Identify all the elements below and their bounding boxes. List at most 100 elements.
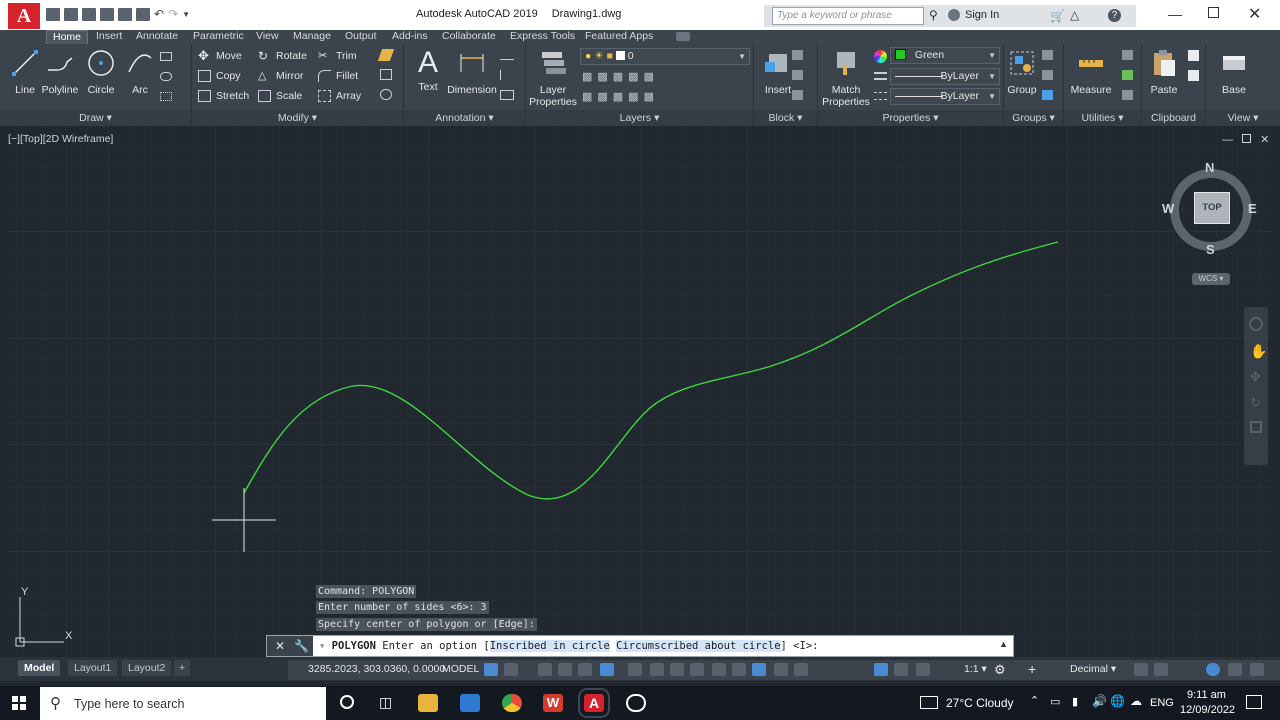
clock-time[interactable]: 9:11 am — [1187, 689, 1226, 701]
save-as-icon[interactable] — [100, 8, 114, 21]
stretch-button[interactable]: Stretch — [198, 87, 249, 105]
explode-icon[interactable] — [380, 69, 392, 80]
copy-button[interactable]: Copy — [198, 67, 241, 85]
lineweight-dropdown[interactable]: ByLayer ▼ — [890, 68, 1000, 85]
search-input[interactable]: Type a keyword or phrase — [772, 7, 924, 25]
wcs-menu[interactable]: WCS ▾ — [1192, 273, 1230, 285]
binoculars-icon[interactable]: ⚲ — [929, 8, 938, 22]
compass-east[interactable]: E — [1248, 201, 1257, 216]
mirror-button[interactable]: △ Mirror — [258, 67, 303, 85]
task-view-icon[interactable]: ◫ — [379, 694, 392, 711]
maximize-icon[interactable] — [1208, 7, 1219, 18]
tab-annotate[interactable]: Annotate — [130, 30, 184, 44]
input-language[interactable]: ENG — [1150, 697, 1174, 709]
tab-insert[interactable]: Insert — [90, 30, 128, 44]
compass-west[interactable]: W — [1162, 201, 1174, 216]
copy-clip-icon[interactable] — [1188, 50, 1199, 61]
tab-layout2[interactable]: Layout2 — [122, 660, 172, 676]
steering-wheel-icon[interactable] — [1249, 317, 1263, 331]
calculator-icon[interactable] — [1122, 90, 1133, 100]
wps-office-icon[interactable]: W — [543, 694, 563, 712]
annotation-panel-title[interactable]: Annotation ▾ — [404, 110, 525, 126]
move-button[interactable]: ✥ Move — [198, 47, 242, 65]
ungroup-icon[interactable] — [1042, 50, 1053, 60]
erase-icon[interactable] — [377, 49, 395, 61]
tab-parametric[interactable]: Parametric — [187, 30, 250, 44]
battery-icon[interactable]: ▮ — [1072, 695, 1078, 708]
annotation-monitor-icon[interactable] — [916, 663, 930, 676]
file-explorer-icon[interactable] — [418, 694, 438, 712]
edit-block-icon[interactable] — [792, 70, 803, 80]
selection-cycling-icon[interactable] — [712, 663, 726, 676]
option-inscribed[interactable]: Inscribed in circle — [489, 640, 610, 652]
command-line[interactable]: ✕ 🔧 ▾ POLYGON Enter an option [Inscribed… — [266, 635, 1014, 657]
mail-icon[interactable] — [460, 694, 480, 712]
show-hidden-icons-icon[interactable]: ⌃ — [1030, 694, 1039, 707]
grid-display-icon[interactable] — [484, 663, 498, 676]
compass-north[interactable]: N — [1205, 160, 1214, 175]
viewport-restore-icon[interactable] — [1242, 134, 1252, 143]
layer-dropdown[interactable]: ● ☀ ■ 0 ▼ — [580, 48, 750, 65]
print-icon[interactable] — [136, 8, 150, 21]
option-circumscribed[interactable]: Circumscribed about circle — [616, 640, 781, 652]
layers-panel-title[interactable]: Layers ▾ — [526, 110, 753, 126]
coordinate-readout[interactable]: 3285.2023, 303.0360, 0.0000 — [308, 663, 445, 675]
orbit-icon[interactable]: ↻ — [1250, 395, 1261, 411]
rotate-button[interactable]: ↻ Rotate — [258, 47, 307, 65]
autodesk-app-icon[interactable]: △ — [1070, 8, 1079, 22]
cortana-icon[interactable] — [340, 695, 354, 709]
tab-view[interactable]: View — [250, 30, 285, 44]
showmotion-icon[interactable] — [1250, 421, 1262, 433]
quick-select-icon[interactable] — [1122, 50, 1133, 60]
select-all-icon[interactable] — [1122, 70, 1133, 80]
drawing-canvas[interactable]: Y X TOP N S E W WCS ▾ ✋ ✥ ↻ — [8, 127, 1272, 657]
match-properties-button[interactable]: Match Properties — [820, 48, 872, 108]
hatch-icon[interactable] — [160, 72, 172, 81]
web-mobile-icon[interactable] — [118, 8, 132, 21]
network-icon[interactable]: 🌐 — [1110, 694, 1125, 708]
cut-clip-icon[interactable] — [1188, 70, 1199, 81]
array-button[interactable]: Array — [318, 87, 361, 105]
hardware-acceleration-icon[interactable] — [1206, 663, 1220, 676]
chrome-icon[interactable] — [502, 694, 522, 712]
annotation-scale[interactable]: 1:1 ▾ — [964, 663, 987, 675]
table-icon[interactable] — [500, 90, 514, 100]
viewcube-top-face[interactable]: TOP — [1194, 192, 1230, 224]
object-snap-tracking-icon[interactable] — [650, 663, 664, 676]
windows-start-icon[interactable] — [12, 696, 26, 710]
customize-wrench-icon[interactable]: 🔧 — [294, 639, 309, 653]
workspace-gear-icon[interactable]: ⚙ — [994, 662, 1006, 678]
tab-home[interactable]: Home — [46, 30, 89, 44]
group-select-icon[interactable] — [1042, 90, 1053, 100]
viewport-close-icon[interactable]: ✕ — [1260, 134, 1269, 146]
add-layout-icon[interactable]: + — [174, 660, 191, 676]
help-icon[interactable]: ? — [1108, 9, 1121, 22]
viewcube[interactable]: TOP N S E W — [1162, 160, 1257, 257]
meet-now-icon[interactable]: ▭ — [1050, 695, 1060, 708]
qat-dropdown-icon[interactable]: ▼ — [182, 8, 190, 21]
offset-icon[interactable] — [380, 89, 392, 100]
create-block-icon[interactable] — [792, 50, 803, 60]
infer-constraints-icon[interactable] — [538, 663, 552, 676]
scale-button[interactable]: Scale — [258, 87, 302, 105]
clean-screen-icon[interactable] — [1250, 663, 1264, 676]
auto-scale-icon[interactable] — [894, 663, 908, 676]
recent-commands-icon[interactable]: ▾ — [319, 640, 325, 652]
3d-object-snap-icon[interactable] — [732, 663, 746, 676]
tab-layout1[interactable]: Layout1 — [68, 660, 118, 676]
linetype-dropdown[interactable]: ByLayer ▼ — [890, 88, 1000, 105]
model-space-toggle[interactable]: MODEL — [442, 663, 479, 675]
cart-icon[interactable]: 🛒 — [1050, 9, 1065, 23]
quick-properties-icon[interactable] — [1134, 663, 1148, 676]
dimension-button[interactable]: Dimension — [444, 48, 500, 96]
weather-icon[interactable] — [920, 696, 938, 709]
draw-panel-title[interactable]: Draw ▾ — [0, 110, 191, 126]
tab-manage[interactable]: Manage — [287, 30, 337, 44]
clock-date[interactable]: 12/09/2022 — [1180, 704, 1235, 716]
model-space[interactable] — [8, 127, 1272, 657]
measure-button[interactable]: Measure — [1066, 48, 1116, 96]
paste-button[interactable]: Paste — [1140, 48, 1188, 96]
tab-express-tools[interactable]: Express Tools — [504, 30, 581, 44]
open-file-icon[interactable] — [64, 8, 78, 21]
autocad-taskbar-icon[interactable]: A — [578, 688, 610, 718]
